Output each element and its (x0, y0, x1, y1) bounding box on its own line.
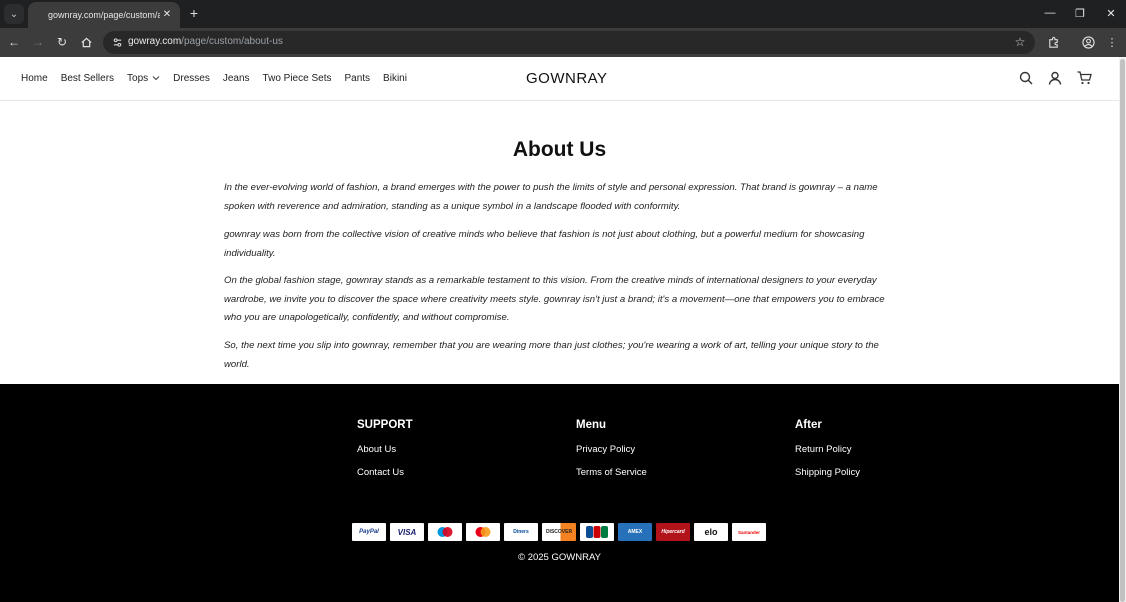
account-icon[interactable] (1047, 70, 1063, 86)
nav-item-jeans[interactable]: Jeans (223, 73, 250, 84)
cart-icon[interactable] (1076, 70, 1092, 86)
footer-heading: Menu (576, 419, 607, 431)
santander-icon: Santander (732, 523, 766, 541)
site-footer: SUPPORT About Us Contact Us Menu Privacy… (0, 384, 1119, 602)
address-bar[interactable]: gowray.com/page/custom/about-us ☆ (103, 31, 1035, 54)
site-info-icon[interactable] (110, 35, 124, 49)
back-icon[interactable]: ← (5, 33, 23, 51)
about-paragraph-3: On the global fashion stage, gownray sta… (224, 275, 885, 324)
copyright-text: © 2025 GOWNRAY (518, 552, 601, 563)
about-paragraph-4: So, the next time you slip into gownray,… (224, 340, 879, 370)
reload-icon[interactable]: ↻ (53, 33, 71, 51)
forward-icon[interactable]: → (29, 33, 47, 51)
nav-item-home[interactable]: Home (21, 73, 48, 84)
scrollbar-thumb[interactable] (1120, 59, 1125, 602)
nav-item-dresses[interactable]: Dresses (173, 73, 210, 84)
site-header: Home Best Sellers Tops Dresses Jeans Two… (0, 57, 1119, 101)
page-title: About Us (512, 138, 607, 161)
main-nav: Home Best Sellers Tops Dresses Jeans Two… (21, 73, 420, 84)
url-text: gowray.com/page/custom/about-us (128, 36, 283, 47)
amex-icon: AMEX (618, 523, 652, 541)
nav-item-bikini[interactable]: Bikini (383, 73, 407, 84)
extensions-icon[interactable] (1045, 34, 1061, 50)
mastercard-icon (466, 523, 500, 541)
elo-icon: elo (694, 523, 728, 541)
footer-link-privacy-policy[interactable]: Privacy Policy (576, 444, 647, 455)
footer-link-contact-us[interactable]: Contact Us (357, 467, 413, 478)
footer-column-menu: Menu Privacy Policy Terms of Service (576, 419, 647, 490)
nav-item-tops[interactable]: Tops (127, 73, 160, 84)
about-paragraph-1: In the ever-evolving world of fashion, a… (224, 182, 878, 212)
profile-icon[interactable] (1080, 34, 1096, 50)
nav-item-tops-label: Tops (127, 73, 149, 84)
browser-tab[interactable]: gownray.com/page/custom/about-us ✕ (28, 2, 180, 28)
close-window-icon[interactable]: ✕ (1101, 4, 1121, 22)
nav-item-best-sellers[interactable]: Best Sellers (61, 73, 114, 84)
restore-icon[interactable]: ❐ (1070, 4, 1090, 22)
tab-close-icon[interactable]: ✕ (160, 7, 174, 21)
visa-icon: VISA (390, 523, 424, 541)
home-icon[interactable] (77, 33, 95, 51)
footer-link-terms-of-service[interactable]: Terms of Service (576, 467, 647, 478)
paypal-icon: PayPal (352, 523, 386, 541)
bookmark-star-icon[interactable]: ☆ (1013, 35, 1027, 49)
new-tab-icon[interactable]: + (186, 5, 202, 21)
maestro-icon (428, 523, 462, 541)
url-host: gowray.com (128, 36, 182, 47)
diners-club-icon: Diners (504, 523, 538, 541)
footer-link-shipping-policy[interactable]: Shipping Policy (795, 467, 860, 478)
page-scrollbar[interactable] (1119, 57, 1126, 602)
jcb-icon (580, 523, 614, 541)
browser-toolbar: ← → ↻ gowray.com/page/custom/about-us ☆ … (0, 28, 1126, 57)
nav-item-pants[interactable]: Pants (344, 73, 370, 84)
brand-logo[interactable]: GOWNRAY (526, 70, 608, 87)
browser-tab-bar: ⌄ gownray.com/page/custom/about-us ✕ + —… (0, 0, 1126, 28)
footer-column-support: SUPPORT About Us Contact Us (357, 419, 413, 490)
footer-link-return-policy[interactable]: Return Policy (795, 444, 860, 455)
footer-heading: After (795, 419, 822, 431)
nav-item-two-piece-sets[interactable]: Two Piece Sets (263, 73, 332, 84)
tab-search-icon[interactable]: ⌄ (4, 4, 24, 24)
search-icon[interactable] (1018, 70, 1034, 86)
chevron-down-icon (152, 75, 160, 83)
menu-kebab-icon[interactable]: ⋮ (1104, 34, 1120, 50)
minimize-icon[interactable]: — (1040, 4, 1060, 22)
url-path: /page/custom/about-us (181, 36, 283, 47)
discover-icon: DISCOVER (542, 523, 576, 541)
footer-link-about-us[interactable]: About Us (357, 444, 413, 455)
hipercard-icon: Hipercard (656, 523, 690, 541)
tab-title: gownray.com/page/custom/about-us (48, 10, 160, 20)
footer-heading: SUPPORT (357, 419, 413, 431)
payment-methods: PayPal VISA Diners DISCOVER AMEX Hiperca… (352, 523, 770, 541)
footer-column-after: After Return Policy Shipping Policy (795, 419, 860, 490)
about-paragraph-2: gownray was born from the collective vis… (224, 229, 865, 259)
